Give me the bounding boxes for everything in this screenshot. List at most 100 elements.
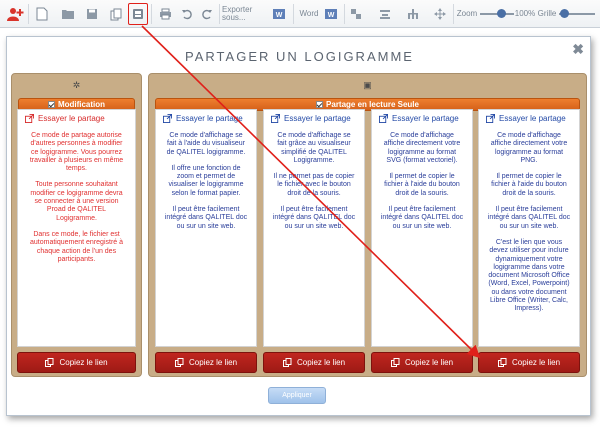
card-viewer: Essayer le partage Ce mode d'affichage s… (155, 109, 257, 347)
export-icon: W (273, 9, 285, 19)
copy-button[interactable] (106, 3, 126, 25)
align-button[interactable] (375, 3, 395, 25)
layout-icon (351, 9, 361, 19)
undo-icon (182, 9, 192, 20)
try-sharing-link[interactable]: Essayer le partage (392, 114, 459, 123)
share-dialog: PARTAGER UN LOGIGRAMME ✖ ✲ Modification … (6, 36, 591, 416)
card-text: Ce mode d'affichage se fait grâce au vis… (277, 132, 351, 164)
external-link-icon (486, 113, 495, 123)
checkbox-icon (47, 101, 55, 108)
grid-label-wrap: Grille (536, 3, 558, 25)
card-text: Il offre une fonction de zoom et permet … (168, 164, 244, 197)
section-read-only-label: Partage en lecture Seule (326, 100, 419, 109)
new-document-button[interactable] (32, 3, 52, 25)
zoom-slider-handle[interactable] (496, 9, 506, 18)
card-text: Il permet de copier le fichier à l'aide … (384, 173, 460, 197)
new-document-icon (36, 7, 48, 21)
external-link-icon (379, 113, 388, 123)
try-sharing-link[interactable]: Essayer le partage (499, 114, 566, 123)
move-button[interactable] (430, 3, 450, 25)
card-text: Ce mode d'affichage affiche directement … (490, 132, 568, 164)
copy-icon (110, 8, 121, 20)
external-link-icon (271, 113, 280, 123)
copy-link-label: Copiez le lien (511, 358, 561, 367)
zoom-value-wrap: 100% (515, 3, 535, 25)
zoom-label-wrap: Zoom (455, 3, 479, 25)
card-text: Il ne permet pas de copier le fichier av… (273, 173, 355, 197)
add-user-button[interactable] (4, 3, 26, 25)
card-modification: Essayer le partage Ce mode de partage au… (17, 109, 136, 347)
zoom-label: Zoom (456, 9, 478, 18)
copy-link-button[interactable]: Copiez le lien (371, 352, 473, 373)
move-icon (434, 8, 446, 20)
copy-icon (45, 358, 54, 367)
try-sharing-link[interactable]: Essayer le partage (284, 114, 351, 123)
grid-label: Grille (537, 9, 557, 18)
dialog-title: PARTAGER UN LOGIGRAMME (185, 49, 414, 64)
card-svg: Essayer le partage Ce mode d'affichage a… (371, 109, 473, 347)
card-text: Il permet de copier le fichier à l'aide … (491, 173, 567, 197)
card-text: Ce mode de partage autorise d'autres per… (29, 132, 124, 173)
section-modification-label: Modification (57, 100, 106, 109)
card-text: Dans ce mode, le fichier est automatique… (30, 230, 123, 263)
try-sharing-link[interactable]: Essayer le partage (176, 114, 243, 123)
word-button[interactable]: Word (297, 3, 321, 25)
open-folder-button[interactable] (58, 3, 78, 25)
align-icon (380, 10, 390, 19)
export-button[interactable]: Exporter sous... (222, 3, 266, 25)
card-text: Ce mode d'affichage se fait à l'aide du … (166, 132, 246, 156)
add-user-icon (7, 8, 24, 21)
open-folder-icon (62, 10, 74, 19)
undo-button[interactable] (178, 3, 196, 25)
print-button[interactable] (155, 3, 175, 25)
grid-slider-handle[interactable] (560, 9, 569, 18)
app-window: Exporter sous... W Word W Zoom 100% Gril… (0, 0, 600, 432)
card-text: C'est le lien que vous devez utiliser po… (488, 238, 570, 313)
layout-button[interactable] (346, 3, 366, 25)
copy-link-button[interactable]: Copiez le lien (17, 352, 136, 373)
export-word-button[interactable]: W (268, 3, 290, 25)
share-button[interactable] (128, 3, 148, 25)
copy-link-label: Copiez le lien (188, 358, 238, 367)
copy-link-button[interactable]: Copiez le lien (155, 352, 257, 373)
card-text: Ce mode d'affichage affiche directement … (383, 132, 461, 164)
copy-icon (497, 358, 507, 367)
try-sharing-link[interactable]: Essayer le partage (38, 114, 105, 123)
svg-text:W: W (328, 12, 335, 19)
word-label: Word (299, 9, 319, 18)
copy-link-label: Copiez le lien (404, 358, 454, 367)
card-simple-viewer: Essayer le partage Ce mode d'affichage s… (263, 109, 365, 347)
svg-text:W: W (276, 12, 283, 19)
close-icon[interactable]: ✖ (572, 41, 584, 58)
card-png: Essayer le partage Ce mode d'affichage a… (478, 109, 580, 347)
redo-button[interactable] (198, 3, 216, 25)
export-sub-label: sous... (222, 13, 246, 22)
card-text: Il peut être facilement intégré dans QAL… (380, 206, 464, 230)
print-icon (159, 8, 171, 20)
copy-icon (390, 358, 400, 367)
copy-icon (282, 358, 292, 367)
copy-link-button[interactable]: Copiez le lien (478, 352, 580, 373)
settings-icon: ✲ (72, 80, 81, 90)
hierarchy-icon (408, 9, 418, 19)
save-icon (87, 9, 97, 19)
word-export-button[interactable]: W (321, 3, 341, 25)
card-text: Il peut être facilement intégré dans QAL… (272, 206, 356, 230)
card-text: Toute personne souhaitant modifier ce lo… (30, 181, 123, 222)
copy-link-label: Copiez le lien (59, 358, 108, 367)
copy-link-label: Copiez le lien (296, 358, 346, 367)
checkbox-icon (316, 101, 324, 108)
zoom-value: 100% (514, 9, 536, 18)
external-link-icon (163, 113, 172, 123)
hierarchy-button[interactable] (403, 3, 423, 25)
copy-icon (174, 358, 184, 367)
share-icon: ▣ (363, 80, 372, 90)
apply-button[interactable]: Appliquer (268, 387, 326, 404)
save-button[interactable] (82, 3, 102, 25)
copy-link-button[interactable]: Copiez le lien (263, 352, 365, 373)
external-link-icon (25, 113, 34, 123)
card-text: Il peut être facilement intégré dans QAL… (164, 206, 248, 230)
word-export-icon: W (325, 9, 337, 19)
card-text: Il peut être facilement intégré dans QAL… (487, 206, 571, 230)
toolbar: Exporter sous... W Word W Zoom 100% Gril… (0, 0, 600, 28)
